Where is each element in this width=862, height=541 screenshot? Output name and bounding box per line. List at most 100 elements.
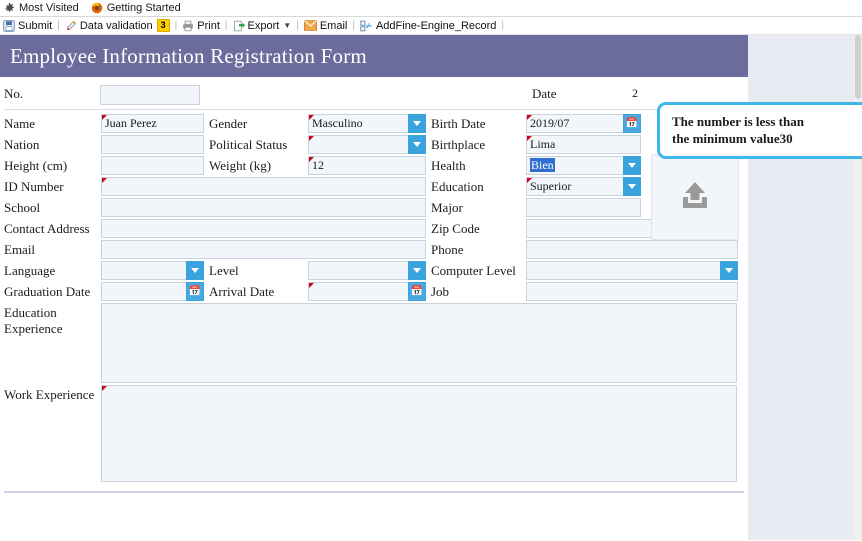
instructions-block: Instructions： 1. Basic blank filling [0, 538, 748, 540]
education-experience-textarea[interactable] [101, 303, 737, 383]
nation-input[interactable] [101, 135, 204, 154]
language-label: Language [4, 262, 56, 278]
political-status-select[interactable] [308, 135, 426, 154]
contact-address-input[interactable] [101, 219, 426, 238]
email-button[interactable]: Email [303, 20, 347, 32]
job-input[interactable] [526, 282, 738, 301]
add-record-button[interactable]: AddFine-Engine_Record [360, 20, 496, 32]
export-button[interactable]: Export ▼ [233, 20, 291, 32]
political-status-value[interactable] [308, 135, 408, 154]
vertical-scrollbar-thumb[interactable] [855, 35, 861, 99]
bookmark-label: Most Visited [19, 2, 79, 14]
chevron-down-icon[interactable] [408, 135, 426, 154]
upload-icon[interactable] [678, 180, 712, 215]
row-nation: Nation Political Status Birthplace Lima [0, 134, 748, 155]
education-select[interactable]: Superior [526, 177, 641, 196]
zip-code-label: Zip Code [431, 220, 480, 236]
date-value[interactable]: 2 [628, 84, 688, 103]
graduation-date-field[interactable]: 📅 [101, 282, 204, 301]
phone-input[interactable] [526, 240, 738, 259]
no-input[interactable] [100, 85, 200, 105]
computer-level-value[interactable] [526, 261, 720, 280]
chevron-down-icon[interactable] [623, 156, 641, 175]
toolbar-separator: | [296, 20, 299, 31]
row-school: School Major [0, 197, 748, 218]
major-input[interactable] [526, 198, 641, 217]
row-language: Language Level Computer Level [0, 260, 748, 281]
export-icon [233, 20, 245, 32]
work-experience-label-line: Work Experience [4, 387, 95, 402]
level-select[interactable] [308, 261, 426, 280]
gender-select[interactable]: Masculino [308, 114, 426, 133]
instructions-heading: Instructions： [5, 538, 748, 540]
health-value[interactable]: Bien [530, 158, 555, 172]
chevron-down-icon[interactable] [186, 261, 204, 280]
gender-label: Gender [209, 115, 248, 131]
row-name: Name Juan Perez Gender Masculino Birth D… [0, 113, 748, 134]
validation-tooltip: The number is less than the minimum valu… [657, 102, 862, 159]
print-button[interactable]: Print [182, 20, 220, 32]
bookmark-most-visited[interactable]: Most Visited [4, 2, 79, 14]
birth-date-label: Birth Date [431, 115, 486, 131]
id-number-input[interactable] [101, 177, 426, 196]
birth-date-field[interactable]: 2019/07 📅 [526, 114, 641, 133]
chevron-down-icon[interactable]: ▼ [283, 21, 291, 30]
printer-icon [182, 20, 194, 32]
envelope-icon [303, 20, 317, 31]
weight-input[interactable]: 12 [308, 156, 426, 175]
bookmark-getting-started[interactable]: Getting Started [91, 2, 181, 14]
computer-level-select[interactable] [526, 261, 738, 280]
education-experience-label: Education Experience [0, 303, 101, 383]
name-input[interactable]: Juan Perez [101, 114, 204, 133]
row-work-experience: Work Experience [0, 385, 748, 482]
language-select[interactable] [101, 261, 204, 280]
toolbar-separator: | [57, 20, 60, 31]
data-validation-button[interactable]: Data validation 3 [65, 19, 170, 32]
arrival-date-label: Arrival Date [209, 283, 275, 299]
toolbar-separator: | [174, 20, 178, 31]
email-label: Email [4, 241, 36, 257]
toolbar-separator: | [501, 20, 505, 31]
arrival-date-value[interactable] [308, 282, 408, 301]
browser-bookmarks-bar: Most Visited Getting Started [0, 0, 862, 17]
calendar-icon[interactable]: 📅 [623, 114, 641, 133]
height-label: Height (cm) [4, 157, 68, 173]
school-label: School [4, 199, 41, 215]
education-experience-label-line: Education Experience [4, 305, 63, 336]
calendar-icon[interactable]: 📅 [186, 282, 204, 301]
arrival-date-field[interactable]: 📅 [308, 282, 426, 301]
photo-upload-cell[interactable] [651, 154, 739, 240]
print-label: Print [197, 19, 220, 32]
chevron-down-icon[interactable] [623, 177, 641, 196]
chevron-down-icon[interactable] [408, 261, 426, 280]
job-label: Job [431, 283, 450, 299]
gender-value[interactable]: Masculino [308, 114, 408, 133]
row-email: Email Phone [0, 239, 748, 260]
education-value[interactable]: Superior [526, 177, 623, 196]
birth-date-value[interactable]: 2019/07 [526, 114, 623, 133]
chevron-down-icon[interactable] [408, 114, 426, 133]
toolbar-separator: | [224, 20, 228, 31]
app-toolbar: Submit | Data validation 3 | Print | Exp… [0, 17, 862, 35]
language-value[interactable] [101, 261, 186, 280]
health-value-wrap[interactable]: Bien [526, 156, 623, 175]
health-select[interactable]: Bien [526, 156, 641, 175]
row-no-date: No. Date 2 [0, 77, 748, 109]
graduation-date-value[interactable] [101, 282, 186, 301]
email-input[interactable] [101, 240, 426, 259]
height-input[interactable] [101, 156, 204, 175]
calendar-icon[interactable]: 📅 [408, 282, 426, 301]
birthplace-input[interactable]: Lima [526, 135, 641, 154]
row-id-number: ID Number Education Superior [0, 176, 748, 197]
tooltip-line-2: the minimum value30 [672, 131, 793, 146]
level-value[interactable] [308, 261, 408, 280]
page-title: Employee Information Registration Form [0, 35, 748, 77]
toolbar-separator: | [352, 20, 355, 31]
school-input[interactable] [101, 198, 426, 217]
chevron-down-icon[interactable] [720, 261, 738, 280]
weight-label: Weight (kg) [209, 157, 272, 173]
work-experience-textarea[interactable] [101, 385, 737, 482]
submit-button[interactable]: Submit [3, 20, 52, 32]
id-number-label: ID Number [4, 178, 64, 194]
